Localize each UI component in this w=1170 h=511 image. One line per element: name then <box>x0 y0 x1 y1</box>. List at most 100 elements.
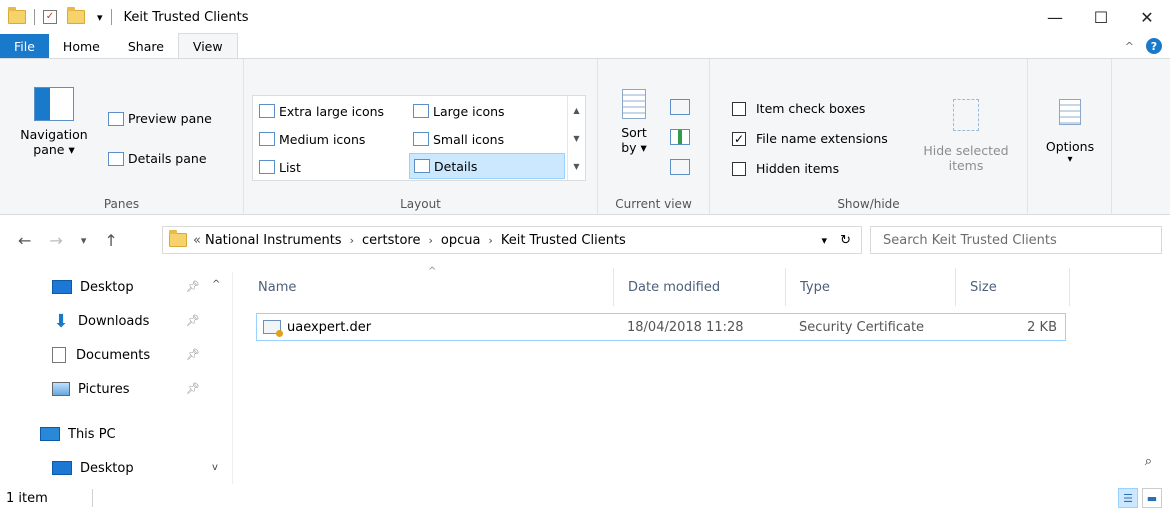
hidden-items-checkbox[interactable] <box>732 161 746 176</box>
large-icons-view-icon[interactable]: ▬ <box>1142 488 1162 508</box>
breadcrumb-opcua[interactable]: opcua <box>441 233 481 248</box>
window-title: Keit Trusted Clients <box>123 9 249 25</box>
tab-home[interactable]: Home <box>49 34 114 58</box>
navigation-pane-sublabel: pane ▾ <box>33 142 75 157</box>
navigation-pane-label: Navigation <box>20 127 88 142</box>
table-row[interactable]: uaexpert.der 18/04/2018 11:28 Security C… <box>256 313 1066 341</box>
up-arrow-icon[interactable]: ↑ <box>104 231 117 250</box>
layout-large-icons[interactable]: Large icons <box>409 98 559 124</box>
customize-qa-icon[interactable]: ▾ <box>97 11 103 24</box>
scroll-up-icon[interactable]: ^ <box>212 279 220 290</box>
current-view-group: Sort by ▾ Current view <box>598 59 710 215</box>
refresh-icon[interactable]: ↻ <box>840 233 851 248</box>
minimize-button[interactable]: — <box>1032 0 1078 34</box>
collapse-ribbon-icon[interactable]: ^ <box>1125 40 1134 53</box>
file-date-cell: 18/04/2018 11:28 <box>627 319 744 335</box>
chevron-right-icon[interactable]: › <box>428 234 432 247</box>
sort-by-button[interactable]: Sort by ▾ <box>614 89 654 155</box>
pin-icon[interactable]: 📌︎ <box>186 382 200 395</box>
maximize-button[interactable]: ☐ <box>1078 0 1124 34</box>
breadcrumb-keit-trusted-clients[interactable]: Keit Trusted Clients <box>501 233 626 248</box>
layout-gallery-scroll[interactable]: ▲ ▼ ▼ <box>567 96 585 180</box>
help-icon[interactable]: ? <box>1146 38 1162 54</box>
file-name-extensions-toggle[interactable]: ✓ File name extensions <box>732 131 888 146</box>
size-columns-icon[interactable] <box>670 159 690 175</box>
column-header-name[interactable]: Name <box>244 268 614 306</box>
options-button[interactable]: Options ▾ <box>1036 99 1104 165</box>
pin-icon[interactable]: 📌︎ <box>186 348 200 361</box>
scroll-up-icon[interactable]: ▲ <box>573 106 579 115</box>
hide-selected-items-button[interactable]: Hide selected items <box>910 99 1022 173</box>
nav-item-documents[interactable]: Documents <box>52 340 150 370</box>
new-folder-icon[interactable] <box>67 7 85 24</box>
item-check-boxes-toggle[interactable]: Item check boxes <box>732 101 865 116</box>
scroll-down-icon[interactable]: ▼ <box>573 134 579 143</box>
navigation-pane-icon <box>34 87 74 121</box>
options-icon <box>1059 99 1081 125</box>
breadcrumb-national-instruments[interactable]: National Instruments <box>205 233 342 248</box>
tab-share[interactable]: Share <box>114 34 178 58</box>
scroll-down-icon[interactable]: v <box>212 462 218 473</box>
navigation-pane-button[interactable]: Navigation pane ▾ <box>18 87 90 157</box>
layout-label: Layout <box>400 197 441 211</box>
ribbon: Navigation pane ▾ Preview pane Details p… <box>0 58 1170 215</box>
nav-item-pictures[interactable]: Pictures <box>52 374 129 404</box>
show-hide-label: Show/hide <box>837 197 900 211</box>
layout-small-icons[interactable]: Small icons <box>409 126 559 152</box>
column-header-type[interactable]: Type <box>786 268 956 306</box>
pictures-icon <box>52 382 70 396</box>
layout-list[interactable]: List <box>255 154 405 180</box>
layout-details[interactable]: Details <box>409 153 565 179</box>
hide-selected-icon <box>953 99 979 131</box>
recent-locations-icon[interactable]: ▾ <box>81 234 87 247</box>
pin-icon[interactable]: 📌︎ <box>186 280 200 293</box>
add-columns-icon[interactable] <box>670 129 690 145</box>
computer-icon <box>40 427 60 441</box>
group-by-icon[interactable] <box>670 99 690 115</box>
chevron-right-icon[interactable]: › <box>488 234 492 247</box>
search-input[interactable]: Search Keit Trusted Clients <box>870 226 1162 254</box>
breadcrumb-certstore[interactable]: certstore <box>362 233 420 248</box>
layout-gallery: Extra large icons Large icons Medium ico… <box>252 95 586 181</box>
nav-item-desktop-2[interactable]: Desktop <box>52 453 134 483</box>
address-folder-icon <box>169 230 187 247</box>
nav-item-this-pc[interactable]: This PC <box>40 419 116 449</box>
status-bar: 1 item ☰ ▬ <box>0 485 1170 511</box>
options-group: Options ▾ <box>1028 59 1112 215</box>
preview-pane-button[interactable]: Preview pane <box>108 111 212 126</box>
address-dropdown-icon[interactable]: ▾ <box>821 234 827 247</box>
column-header-size[interactable]: Size <box>956 268 1070 306</box>
details-view-icon[interactable]: ☰ <box>1118 488 1138 508</box>
tab-view[interactable]: View <box>177 33 238 58</box>
close-button[interactable]: ✕ <box>1124 0 1170 34</box>
back-arrow-icon[interactable]: ← <box>18 231 31 250</box>
certificate-icon <box>263 320 283 337</box>
nav-item-downloads[interactable]: ⬇ Downloads <box>52 306 149 336</box>
details-icon <box>414 159 430 173</box>
nav-scrollbar[interactable] <box>232 272 233 484</box>
file-type-cell: Security Certificate <box>799 319 925 335</box>
pin-icon[interactable]: 📌︎ <box>186 314 200 327</box>
details-pane-icon <box>108 151 124 166</box>
medium-icons-icon <box>259 132 275 146</box>
download-icon: ⬇ <box>53 310 69 332</box>
gallery-more-icon[interactable]: ▼ <box>573 162 579 171</box>
file-name-extensions-checkbox[interactable]: ✓ <box>732 131 746 146</box>
documents-icon <box>52 347 66 363</box>
properties-icon[interactable]: ✓ <box>43 10 57 24</box>
hidden-items-toggle[interactable]: Hidden items <box>732 161 839 176</box>
nav-item-desktop[interactable]: Desktop <box>52 272 134 302</box>
column-header-date-modified[interactable]: Date modified <box>614 268 786 306</box>
details-pane-button[interactable]: Details pane <box>108 151 207 166</box>
address-bar[interactable]: « National Instruments › certstore › opc… <box>162 226 862 254</box>
tab-file[interactable]: File <box>0 34 49 58</box>
large-icons-icon <box>413 104 429 118</box>
chevron-right-icon[interactable]: › <box>350 234 354 247</box>
layout-extra-large-icons[interactable]: Extra large icons <box>255 98 405 124</box>
item-check-boxes-checkbox[interactable] <box>732 101 746 116</box>
folder-icon <box>8 7 26 24</box>
show-hide-group: Item check boxes ✓ File name extensions … <box>710 59 1028 215</box>
forward-arrow-icon[interactable]: → <box>49 231 62 250</box>
file-size-cell: 2 KB <box>1027 319 1057 335</box>
layout-medium-icons[interactable]: Medium icons <box>255 126 405 152</box>
